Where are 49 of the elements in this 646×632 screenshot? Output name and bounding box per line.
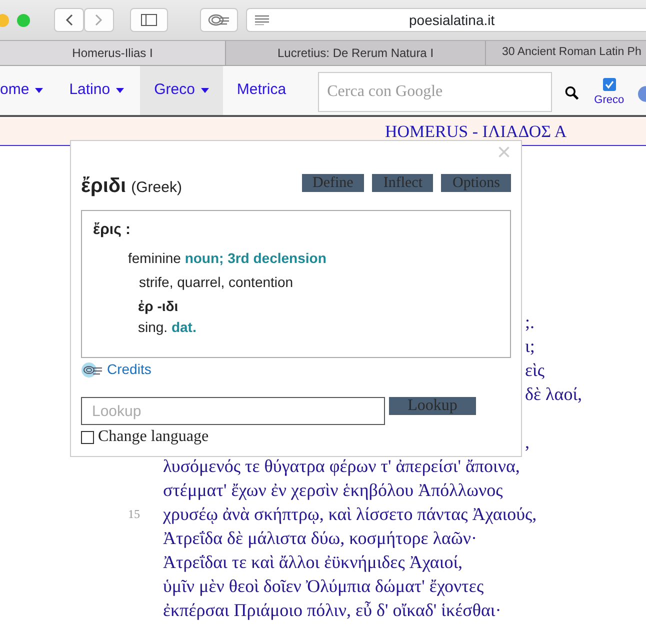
swirl-icon — [208, 13, 230, 27]
verse-line: στέμματ' ἔχων ἐν χερσὶν ἑκηβόλου Ἀπόλλωνος — [163, 478, 503, 502]
nav-menu-item[interactable]: Metrica — [222, 66, 300, 115]
browser-tab[interactable]: Lucretius: De Rerum Natura I — [226, 41, 486, 65]
verse-line: Ἀτρεΐδαι τε καὶ ἄλλοι ἐϋκνήμιδες Ἀχαιοί, — [163, 550, 463, 574]
browser-tab[interactable]: Homerus-Ilias I — [0, 41, 226, 65]
nav-menu-item[interactable]: ome — [0, 66, 56, 115]
search-icon[interactable] — [565, 86, 580, 100]
check-icon — [604, 80, 614, 89]
checkbox-label: Change language — [98, 427, 209, 447]
lookup-field[interactable]: Lookup — [81, 397, 385, 425]
verse-line: Ἀτρεΐδα δὲ μάλιστα δύω, κοσμήτορε λαῶν· — [163, 526, 477, 550]
verse-line: ;. — [525, 310, 535, 334]
verse-line: ι; — [525, 334, 535, 358]
verse-line: δὲ λαοί, — [525, 382, 582, 406]
checkbox[interactable] — [81, 430, 94, 444]
search-field[interactable]: Cerca con Google — [318, 72, 552, 112]
checkbox-label: Greco — [594, 93, 624, 108]
verse-line: εὶς — [525, 358, 545, 382]
headword: ἔριδι — [81, 175, 126, 197]
address-field[interactable]: poesialatina.it — [246, 8, 646, 32]
browser-tab[interactable]: 30 Ancient Roman Latin Ph — [486, 41, 646, 65]
nav-menu-item[interactable]: Greco — [140, 66, 223, 115]
verse-line: λυσόμενός τε θύγατρα φέρων τ' ἀπερείσι' ἄποινα, — [163, 454, 520, 478]
inflection-form: ἐρ -ιδι — [137, 296, 180, 316]
page-title: HOMERUS - ΙΛΙΑΔΟΣ Α — [385, 120, 567, 143]
verse-line: χρυσέῳ ἀνὰ σκήπτρῳ, καὶ λίσσετο πάντας Ἀχαιούς, — [163, 502, 537, 526]
verse-line: ὑμῖν μὲν θεοὶ δοῖεν Ὀλύμπια δώματ' ἔχοντες — [163, 574, 484, 598]
verse-line: ἐκπέρσαι Πριάμοιο πόλιν, εὖ δ' οἴκαδ' ἱκέσθαι· — [163, 598, 502, 622]
sidebar-button[interactable] — [130, 8, 168, 32]
reader-icon — [255, 15, 269, 25]
back-button[interactable] — [54, 8, 84, 32]
line-number: 15 — [128, 507, 140, 521]
nav-menu-item[interactable]: Latino — [55, 66, 140, 115]
extension-button[interactable] — [200, 8, 238, 32]
swirl-icon — [81, 362, 103, 378]
definition-text: strife, quarrel, contention — [138, 272, 294, 292]
definition-text: ἔρις : — [93, 220, 132, 240]
verse-line: , — [525, 430, 530, 454]
back-icon — [65, 14, 73, 26]
help-icon[interactable] — [638, 86, 646, 102]
greek-checkbox[interactable] — [602, 78, 616, 91]
language-label: (Greek) — [131, 179, 182, 196]
sidebar-icon — [141, 14, 157, 26]
definition-text: feminine noun; 3rd declension — [127, 248, 328, 268]
address-text: poesialatina.it — [409, 10, 495, 30]
credits-link[interactable]: Credits — [107, 359, 152, 380]
parse-text: sing. dat. — [137, 318, 198, 337]
forward-icon — [95, 14, 103, 26]
